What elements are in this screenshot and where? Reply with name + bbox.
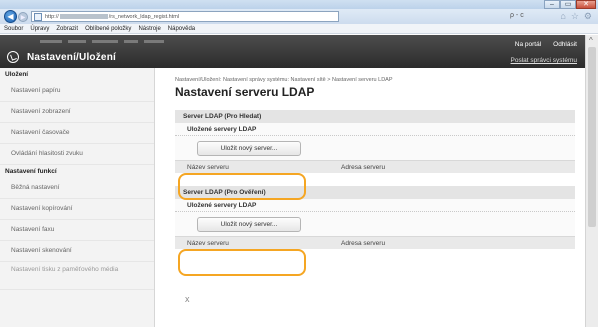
menu-file[interactable]: Soubor [4, 26, 23, 32]
home-icon[interactable]: ⌂ [560, 11, 565, 22]
redacted-host [59, 13, 108, 19]
section-title-search: Server LDAP (Pro Hledat) [175, 110, 575, 123]
highlight-ring [178, 249, 306, 276]
main-content: Nastavení/Uložení: Nastavení správy syst… [156, 68, 585, 327]
sidebar-item-volume[interactable]: Ovládání hlasitosti zvuku [0, 144, 154, 165]
saved-servers-label-search: Uložené servery LDAP [175, 123, 575, 136]
col-server-name: Název serveru [187, 239, 229, 247]
saved-servers-label-auth: Uložené servery LDAP [175, 199, 575, 212]
address-bar[interactable]: http:///rs_network_ldap_regist.html [31, 11, 339, 22]
sidebar-item-common[interactable]: Běžná nastavení [0, 178, 154, 199]
sidebar: Uložení Nastavení papíru Nastavení zobra… [0, 68, 155, 327]
star-icon[interactable]: ☆ [571, 11, 579, 22]
portal-link[interactable]: Na portál [515, 41, 541, 48]
minimize-button[interactable]: – [544, 0, 560, 9]
redacted-device-info [40, 40, 164, 43]
sidebar-item-fax[interactable]: Nastavení faxu [0, 220, 154, 241]
ldap-search-section: Server LDAP (Pro Hledat) Uložené servery… [175, 110, 575, 173]
logout-link[interactable]: Odhlásit [553, 41, 577, 48]
server-table-header-auth: Název serveru Adresa serveru [175, 236, 575, 249]
sidebar-section-save: Uložení [5, 71, 29, 78]
url-text: http:///rs_network_ldap_regist.html [45, 13, 180, 20]
menu-bar: Soubor Úpravy Zobrazit Oblíbené položky … [0, 24, 598, 34]
browser-navbar: ◀ ▶ http:///rs_network_ldap_regist.html … [0, 9, 598, 24]
vertical-scrollbar[interactable]: ^ [585, 35, 598, 327]
sidebar-item-display[interactable]: Nastavení zobrazení [0, 102, 154, 123]
highlight-ring [178, 173, 306, 200]
sidebar-item-media-print[interactable]: Nastavení tisku z paměťového média [0, 262, 154, 290]
close-button[interactable]: ✕ [576, 0, 596, 9]
forward-button[interactable]: ▶ [18, 12, 28, 22]
back-button[interactable]: ◀ [4, 10, 17, 23]
app-header: Nastavení/Uložení Na portál Odhlásit Pos… [0, 35, 585, 68]
window-controls: – ▭ ✕ [544, 0, 596, 9]
gear-icon[interactable]: ⚙ [584, 11, 592, 22]
breadcrumb: Nastavení/Uložení: Nastavení správy syst… [175, 77, 393, 83]
settings-logo-icon [7, 51, 19, 63]
send-to-admin-link[interactable]: Poslat správci systému [511, 57, 577, 64]
empty-list-mark: x [185, 294, 190, 304]
register-new-server-button-search[interactable]: Uložit nový server... [197, 141, 301, 156]
page-icon [34, 12, 42, 21]
sidebar-item-paper[interactable]: Nastavení papíru [0, 81, 154, 102]
scroll-up-icon[interactable]: ^ [589, 36, 593, 45]
col-server-address: Adresa serveru [341, 239, 386, 247]
col-server-name: Název serveru [187, 163, 229, 171]
sidebar-item-scan[interactable]: Nastavení skenování [0, 241, 154, 262]
menu-favorites[interactable]: Oblíbené položky [85, 26, 131, 32]
server-table-header-search: Název serveru Adresa serveru [175, 160, 575, 173]
menu-edit[interactable]: Úpravy [30, 26, 49, 32]
page-section-title: Nastavení/Uložení [27, 52, 116, 63]
arrow-left-icon: ◀ [7, 12, 14, 21]
scroll-thumb[interactable] [588, 47, 596, 227]
header-links: Na portál Odhlásit [515, 41, 577, 48]
sidebar-item-copy[interactable]: Nastavení kopírování [0, 199, 154, 220]
col-server-address: Adresa serveru [341, 163, 386, 171]
search-refresh-controls[interactable]: ρ - c [510, 12, 524, 19]
menu-help[interactable]: Nápověda [168, 26, 195, 32]
menu-tools[interactable]: Nástroje [138, 26, 160, 32]
browser-icons: ⌂ ☆ ⚙ [560, 11, 592, 22]
register-new-server-button-auth[interactable]: Uložit nový server... [197, 217, 301, 232]
window-titlebar: – ▭ ✕ [0, 0, 598, 9]
menu-view[interactable]: Zobrazit [56, 26, 78, 32]
sidebar-section-functions: Nastavení funkcí [5, 168, 57, 175]
sidebar-item-timer[interactable]: Nastavení časovače [0, 123, 154, 144]
maximize-button[interactable]: ▭ [560, 0, 576, 9]
page-title: Nastavení serveru LDAP [175, 85, 315, 99]
arrow-right-icon: ▶ [20, 14, 26, 21]
